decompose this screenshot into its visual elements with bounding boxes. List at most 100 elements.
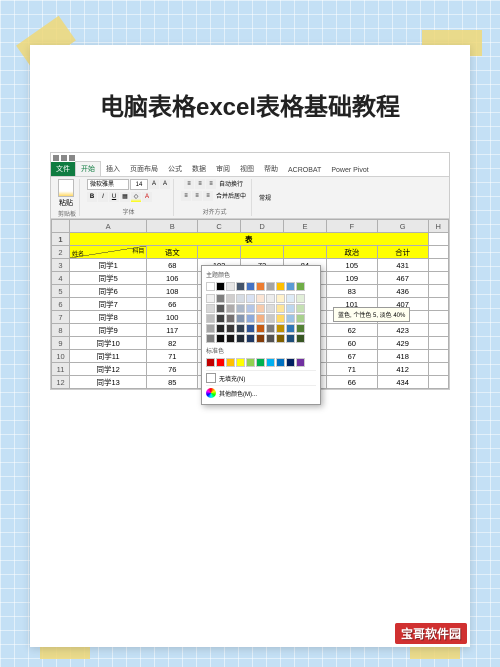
cell[interactable]: 68	[147, 259, 198, 272]
color-swatch[interactable]	[266, 358, 275, 367]
color-swatch[interactable]	[286, 334, 295, 343]
color-swatch[interactable]	[206, 314, 215, 323]
col-header[interactable]: G	[377, 220, 428, 233]
row-header[interactable]: 4	[52, 272, 70, 285]
cell[interactable]: 418	[377, 350, 428, 363]
color-swatch[interactable]	[256, 314, 265, 323]
col-header[interactable]: B	[147, 220, 198, 233]
cell[interactable]: 467	[377, 272, 428, 285]
tab-formula[interactable]: 公式	[163, 162, 187, 176]
row-header[interactable]: 3	[52, 259, 70, 272]
col-header[interactable]: E	[283, 220, 326, 233]
color-swatch[interactable]	[226, 282, 235, 291]
italic-button[interactable]: I	[98, 192, 108, 202]
color-swatch[interactable]	[296, 314, 305, 323]
color-swatch[interactable]	[226, 314, 235, 323]
wrap-text-button[interactable]: 自动换行	[217, 179, 245, 189]
cell[interactable]	[428, 259, 448, 272]
diagonal-header-cell[interactable]: 科目 姓名	[70, 246, 147, 259]
decrease-font-icon[interactable]: A	[160, 179, 170, 189]
cell[interactable]: 105	[326, 259, 377, 272]
align-left-icon[interactable]: ≡	[181, 191, 191, 201]
color-swatch[interactable]	[256, 324, 265, 333]
color-swatch[interactable]	[246, 324, 255, 333]
color-swatch[interactable]	[296, 334, 305, 343]
color-swatch[interactable]	[286, 358, 295, 367]
cell[interactable]: 423	[377, 324, 428, 337]
color-swatch[interactable]	[286, 304, 295, 313]
row-header[interactable]: 9	[52, 337, 70, 350]
color-swatch[interactable]	[206, 324, 215, 333]
color-swatch[interactable]	[206, 334, 215, 343]
color-swatch[interactable]	[276, 304, 285, 313]
cell[interactable]: 表	[70, 233, 429, 246]
col-header[interactable]: H	[428, 220, 448, 233]
border-button[interactable]: ▦	[120, 192, 130, 202]
cell[interactable]	[428, 363, 448, 376]
color-swatch[interactable]	[266, 314, 275, 323]
color-swatch[interactable]	[286, 294, 295, 303]
cell[interactable]: 106	[147, 272, 198, 285]
col-header[interactable]: A	[70, 220, 147, 233]
cell[interactable]: 429	[377, 337, 428, 350]
cell[interactable]: 66	[147, 298, 198, 311]
row-header[interactable]: 1	[52, 233, 70, 246]
color-swatch[interactable]	[206, 294, 215, 303]
cell[interactable]: 同学12	[70, 363, 147, 376]
row-header[interactable]: 7	[52, 311, 70, 324]
cell[interactable]	[428, 311, 448, 324]
cell[interactable]: 82	[147, 337, 198, 350]
cell[interactable]: 60	[326, 337, 377, 350]
color-swatch[interactable]	[276, 282, 285, 291]
color-swatch[interactable]	[226, 324, 235, 333]
color-swatch[interactable]	[266, 334, 275, 343]
header-cell[interactable]: 语文	[147, 246, 198, 259]
cell[interactable]: 66	[326, 376, 377, 389]
cell[interactable]: 434	[377, 376, 428, 389]
color-swatch[interactable]	[246, 358, 255, 367]
underline-button[interactable]: U	[109, 192, 119, 202]
color-swatch[interactable]	[276, 334, 285, 343]
color-swatch[interactable]	[236, 358, 245, 367]
header-cell[interactable]	[241, 246, 284, 259]
row-header[interactable]: 11	[52, 363, 70, 376]
color-swatch[interactable]	[216, 314, 225, 323]
cell[interactable]: 同学11	[70, 350, 147, 363]
col-header[interactable]: C	[198, 220, 241, 233]
cell[interactable]	[428, 272, 448, 285]
col-header[interactable]: F	[326, 220, 377, 233]
cell[interactable]	[428, 324, 448, 337]
col-header[interactable]: D	[241, 220, 284, 233]
color-swatch[interactable]	[266, 294, 275, 303]
header-cell[interactable]	[198, 246, 241, 259]
row-header[interactable]: 5	[52, 285, 70, 298]
cell[interactable]: 436	[377, 285, 428, 298]
color-swatch[interactable]	[216, 282, 225, 291]
cell[interactable]: 85	[147, 376, 198, 389]
row-header[interactable]: 2	[52, 246, 70, 259]
cell[interactable]: 同学13	[70, 376, 147, 389]
merge-center-button[interactable]: 合并后居中	[214, 191, 248, 201]
cell[interactable]: 同学10	[70, 337, 147, 350]
tab-powerpivot[interactable]: Power Pivot	[326, 165, 373, 176]
cell[interactable]	[428, 233, 448, 246]
color-swatch[interactable]	[296, 358, 305, 367]
tab-data[interactable]: 数据	[187, 162, 211, 176]
fill-color-button[interactable]: ◇	[131, 192, 141, 202]
color-swatch[interactable]	[226, 358, 235, 367]
select-all-corner[interactable]	[52, 220, 70, 233]
tab-file[interactable]: 文件	[51, 162, 75, 176]
cell[interactable]: 同学9	[70, 324, 147, 337]
cell[interactable]: 117	[147, 324, 198, 337]
cell[interactable]: 431	[377, 259, 428, 272]
paste-button[interactable]: 粘贴	[58, 179, 74, 208]
cell[interactable]	[428, 246, 448, 259]
number-format-select[interactable]: 常规	[259, 193, 271, 202]
color-swatch[interactable]	[206, 304, 215, 313]
cell[interactable]: 83	[326, 285, 377, 298]
color-swatch[interactable]	[256, 358, 265, 367]
cell[interactable]: 76	[147, 363, 198, 376]
color-swatch[interactable]	[246, 294, 255, 303]
color-swatch[interactable]	[236, 304, 245, 313]
cell[interactable]: 412	[377, 363, 428, 376]
